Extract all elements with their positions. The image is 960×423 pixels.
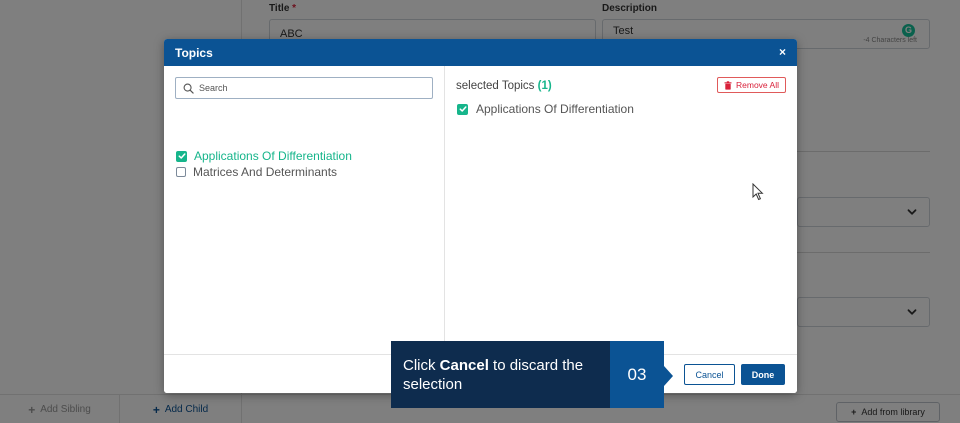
topic-option-label: Applications Of Differentiation xyxy=(194,149,352,163)
step-pointer-arrow xyxy=(664,366,673,386)
step-number: 03 xyxy=(627,365,647,384)
done-button[interactable]: Done xyxy=(741,364,785,385)
topics-modal: Topics × Applications Of Differentiation… xyxy=(164,39,797,393)
search-icon xyxy=(183,83,194,94)
tooltip-bold: Cancel xyxy=(439,357,489,374)
checkbox-checked[interactable] xyxy=(176,150,187,162)
remove-all-label: Remove All xyxy=(736,80,779,90)
modal-body: Applications Of Differentiation Matrices… xyxy=(164,66,797,354)
cancel-button[interactable]: Cancel xyxy=(684,364,735,385)
trash-icon xyxy=(724,80,732,90)
checkbox-checked[interactable] xyxy=(457,103,468,115)
selected-topics-column: selected Topics (1) Remove All Applicati… xyxy=(445,66,797,354)
remove-all-button[interactable]: Remove All xyxy=(717,77,786,93)
cursor-icon xyxy=(752,183,764,201)
modal-header: Topics × xyxy=(164,39,797,66)
selected-topics-heading: selected Topics (1) xyxy=(456,80,552,92)
checkbox-unchecked[interactable] xyxy=(176,167,186,177)
tutorial-step-badge: 03 xyxy=(610,341,664,408)
check-icon xyxy=(178,153,186,159)
search-box[interactable] xyxy=(175,77,433,99)
tutorial-tooltip: Click Cancel to discard the selection xyxy=(391,341,610,408)
modal-title: Topics xyxy=(175,46,213,60)
check-icon xyxy=(459,106,467,112)
selected-topic-item[interactable]: Applications Of Differentiation xyxy=(457,102,634,116)
selected-count: (1) xyxy=(537,80,552,92)
topic-option[interactable]: Applications Of Differentiation xyxy=(176,149,352,163)
tooltip-prefix: Click xyxy=(403,357,440,374)
search-input[interactable] xyxy=(199,81,424,95)
topic-option[interactable]: Matrices And Determinants xyxy=(176,165,337,179)
selected-topics-label: selected Topics xyxy=(456,80,535,92)
close-icon[interactable]: × xyxy=(779,45,786,59)
topic-option-label: Matrices And Determinants xyxy=(193,165,338,179)
available-topics-column: Applications Of Differentiation Matrices… xyxy=(164,66,445,354)
selected-topic-label: Applications Of Differentiation xyxy=(476,102,634,116)
